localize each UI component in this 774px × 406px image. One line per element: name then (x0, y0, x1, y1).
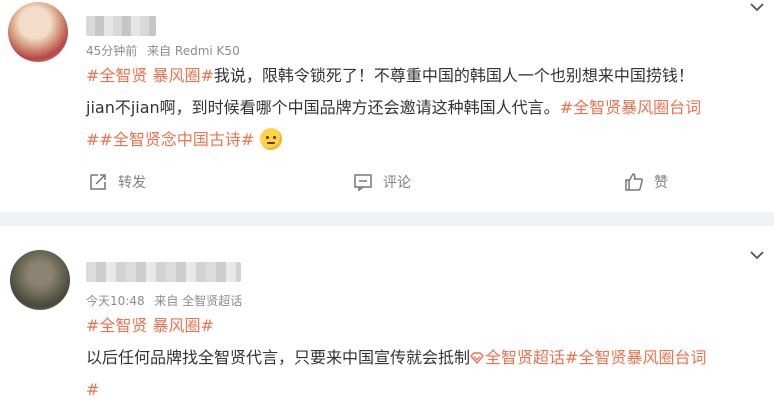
post-content: #全智贤 暴风圈# 以后任何品牌找全智贤代言，只要来中国宣传就会抵制 全智贤超话#… (86, 310, 766, 406)
post-separator (0, 212, 774, 226)
hashtag-link[interactable]: #全智贤 暴风圈# (86, 66, 214, 85)
username-blurred[interactable] (86, 16, 156, 36)
avatar[interactable] (10, 250, 70, 310)
hashtag-link[interactable]: # (86, 380, 99, 399)
content-line-1: #全智贤 暴风圈#我说，限韩令锁死了！不尊重中国的韩国人一个也别想来中国捞钱！ (86, 60, 766, 92)
comment-button[interactable]: 评论 (353, 172, 411, 192)
like-button[interactable]: 赞 (624, 172, 668, 192)
action-bar: 转发 评论 赞 (0, 172, 774, 202)
chevron-down-icon[interactable] (750, 0, 764, 14)
repost-icon (90, 174, 106, 190)
post-meta: 45分钟前 来自 Redmi K50 (86, 42, 246, 59)
content-text: jian不jian啊，到时候看哪个中国品牌方还会邀请这种韩国人代言。 (86, 98, 560, 117)
hashtag-link[interactable]: #全智贤 暴风圈# (86, 316, 214, 335)
post-source: 来自 全智贤超话 (154, 294, 243, 308)
content-text: 我说，限韩令锁死了！不尊重中国的韩国人一个也别想来中国捞钱！ (213, 66, 694, 85)
post-content: #全智贤 暴风圈#我说，限韩令锁死了！不尊重中国的韩国人一个也别想来中国捞钱！ … (86, 60, 766, 156)
hashtag-link[interactable]: ##全智贤念中国古诗# (86, 130, 254, 149)
supertopic-label: 全智贤超话 (485, 348, 566, 367)
thumbs-up-icon (625, 173, 643, 191)
comment-label: 评论 (383, 175, 411, 191)
chevron-down-icon[interactable] (750, 248, 764, 262)
hashtag-link[interactable]: #全智贤暴风圈台词 (565, 348, 706, 367)
weibo-post-1: 45分钟前 来自 Redmi K50 #全智贤 暴风圈#我说，限韩令锁死了！不尊… (0, 0, 774, 212)
content-text: 以后任何品牌找全智贤代言，只要来中国宣传就会抵制 (86, 348, 471, 367)
content-line-2: 以后任何品牌找全智贤代言，只要来中国宣传就会抵制 全智贤超话#全智贤暴风圈台词 (86, 342, 766, 374)
thinking-emoji-icon (260, 128, 283, 150)
supertopic-link[interactable]: 全智贤超话 (470, 348, 565, 367)
post-meta: 今天10:48 来自 全智贤超话 (86, 292, 248, 309)
supertopic-icon (470, 352, 484, 364)
avatar[interactable] (8, 2, 68, 62)
post-time[interactable]: 今天10:48 (86, 294, 145, 308)
post-time[interactable]: 45分钟前 (86, 44, 137, 58)
content-line-3: # (86, 374, 766, 406)
post-source: 来自 Redmi K50 (147, 44, 240, 58)
weibo-post-2: 今天10:48 来自 全智贤超话 #全智贤 暴风圈# 以后任何品牌找全智贤代言，… (0, 226, 774, 399)
hashtag-link[interactable]: #全智贤暴风圈台词 (560, 98, 701, 117)
like-label: 赞 (654, 175, 668, 191)
repost-label: 转发 (118, 175, 146, 191)
content-line-2: jian不jian啊，到时候看哪个中国品牌方还会邀请这种韩国人代言。#全智贤暴风… (86, 92, 766, 124)
username-blurred[interactable] (86, 262, 241, 282)
content-line-3: ##全智贤念中国古诗# (86, 124, 766, 156)
repost-button[interactable]: 转发 (88, 172, 146, 192)
comment-icon (354, 174, 372, 192)
content-line-1: #全智贤 暴风圈# (86, 310, 766, 342)
